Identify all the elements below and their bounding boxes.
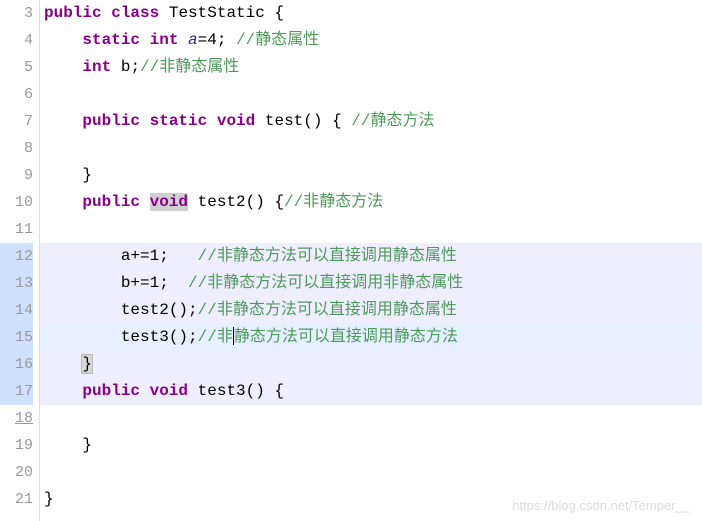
keyword-void-selected: void — [150, 193, 188, 211]
line-number: 10 — [0, 189, 33, 216]
stmt: test2(); — [121, 301, 198, 319]
code-line-current: test3();//非静态方法可以直接调用静态方法 — [40, 324, 702, 351]
keyword-public: public — [82, 112, 140, 130]
code-line: } — [40, 351, 702, 378]
code-line: int b;//非静态属性 — [40, 54, 702, 81]
code-line: } — [40, 486, 702, 513]
comment: //非 — [198, 328, 233, 346]
comment: //非静态方法可以直接调用静态属性 — [198, 301, 457, 319]
line-number: 19 — [0, 432, 33, 459]
line-number-gutter: 3 4 5 6 7 8 9 10 11 12 13 14 15 16 17 18… — [0, 0, 40, 521]
keyword-public: public — [82, 382, 140, 400]
keyword-static: static — [82, 31, 140, 49]
field-a: a — [188, 31, 198, 49]
keyword-class: class — [111, 4, 159, 22]
code-line: public void test3() { — [40, 378, 702, 405]
code-line: b+=1; //非静态方法可以直接调用非静态属性 — [40, 270, 702, 297]
comment: //静态方法 — [351, 112, 434, 130]
comment: //非静态属性 — [140, 58, 239, 76]
code-line — [40, 135, 702, 162]
method-test3: test3 — [198, 382, 246, 400]
code-line — [40, 459, 702, 486]
keyword-void: void — [150, 382, 188, 400]
code-line — [40, 405, 702, 432]
line-number: 17 — [0, 378, 33, 405]
keyword-int: int — [150, 31, 179, 49]
stmt: a+=1; — [121, 247, 169, 265]
method-test: test — [265, 112, 303, 130]
code-line: a+=1; //非静态方法可以直接调用静态属性 — [40, 243, 702, 270]
line-number: 18 — [0, 405, 33, 432]
brace-close: } — [82, 436, 92, 454]
code-line: public void test2() {//非静态方法 — [40, 189, 702, 216]
code-area[interactable]: public class TestStatic { static int a=4… — [40, 0, 702, 521]
line-number: 12 — [0, 243, 33, 270]
comment: 静态方法可以直接调用静态方法 — [234, 328, 458, 346]
code-editor: 3 4 5 6 7 8 9 10 11 12 13 14 15 16 17 18… — [0, 0, 702, 521]
class-name: TestStatic — [169, 4, 265, 22]
brace-close: } — [44, 490, 54, 508]
text-cursor-icon — [233, 327, 234, 345]
comment: //非静态方法 — [284, 193, 383, 211]
stmt: b+=1; — [121, 274, 169, 292]
assign: =4; — [198, 31, 227, 49]
comment: //非静态方法可以直接调用非静态属性 — [188, 274, 463, 292]
line-number: 5 — [0, 54, 33, 81]
field-b: b — [121, 58, 131, 76]
keyword-int: int — [82, 58, 111, 76]
keyword-public: public — [82, 193, 140, 211]
code-line: static int a=4; //静态属性 — [40, 27, 702, 54]
method-test2: test2 — [198, 193, 246, 211]
semicolon: ; — [130, 58, 140, 76]
code-line: test2();//非静态方法可以直接调用静态属性 — [40, 297, 702, 324]
line-number: 6 — [0, 81, 33, 108]
brace-open: { — [274, 193, 284, 211]
brace-close: } — [82, 166, 92, 184]
code-line: public class TestStatic { — [40, 0, 702, 27]
code-line: public static void test() { //静态方法 — [40, 108, 702, 135]
brace-close-matched: } — [82, 355, 92, 373]
line-number: 15 — [0, 324, 33, 351]
brace-open: { — [274, 4, 284, 22]
line-number: 21 — [0, 486, 33, 513]
comment: //非静态方法可以直接调用静态属性 — [198, 247, 457, 265]
stmt: test3(); — [121, 328, 198, 346]
line-number: 3 — [0, 0, 33, 27]
line-number: 14 — [0, 297, 33, 324]
line-number: 13 — [0, 270, 33, 297]
brace-open: { — [332, 112, 342, 130]
line-number: 20 — [0, 459, 33, 486]
keyword-void: void — [217, 112, 255, 130]
parens: () — [303, 112, 322, 130]
code-line: } — [40, 162, 702, 189]
line-number: 11 — [0, 216, 33, 243]
comment: //静态属性 — [226, 31, 319, 49]
code-line — [40, 216, 702, 243]
line-number: 4 — [0, 27, 33, 54]
line-number: 8 — [0, 135, 33, 162]
parens: () — [246, 382, 265, 400]
line-number: 9 — [0, 162, 33, 189]
code-line: } — [40, 432, 702, 459]
code-line — [40, 81, 702, 108]
parens: () — [246, 193, 265, 211]
line-number: 7 — [0, 108, 33, 135]
brace-open: { — [274, 382, 284, 400]
keyword-public: public — [44, 4, 102, 22]
keyword-static: static — [150, 112, 208, 130]
line-number: 16 — [0, 351, 33, 378]
